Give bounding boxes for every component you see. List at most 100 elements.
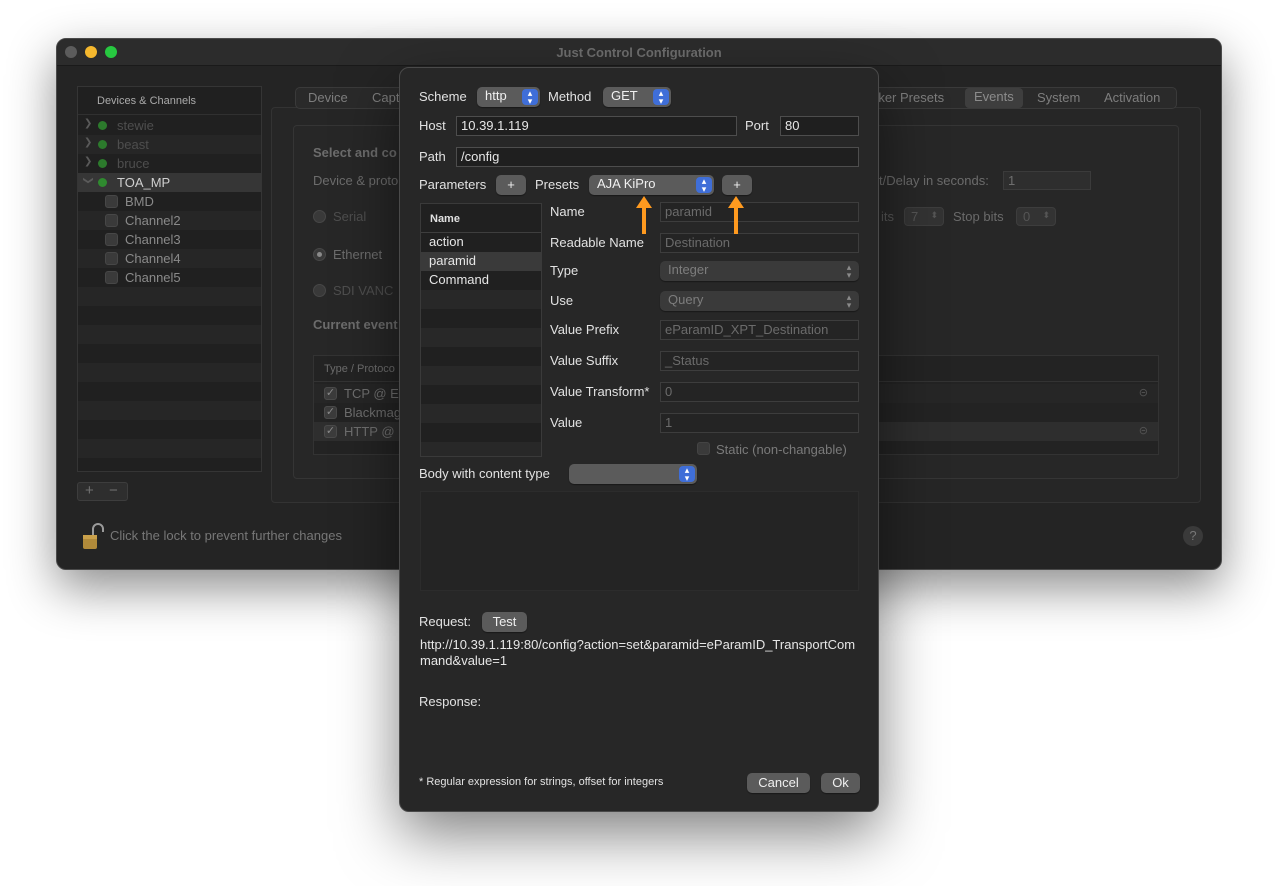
channel-label: Channel3 <box>125 232 181 247</box>
footnote: * Regular expression for strings, offset… <box>419 776 664 788</box>
event-label: HTTP @ I <box>344 424 402 439</box>
channel-checkbox[interactable] <box>105 195 118 208</box>
body-content-type-select[interactable]: ▴ ▾ <box>569 464 697 484</box>
remove-event-icon[interactable]: ⊝ <box>1139 386 1148 399</box>
devices-sidebar: Devices & Channels ❯ stewie ❯ beast ❯ br… <box>77 86 262 472</box>
channel-label: Channel2 <box>125 213 181 228</box>
channel-label: Channel5 <box>125 270 181 285</box>
channel-label: Channel4 <box>125 251 181 266</box>
delay-field[interactable]: 1 <box>1003 171 1091 190</box>
parameter-row[interactable]: Command <box>421 271 541 290</box>
chevron-right-icon[interactable]: ❯ <box>84 156 92 167</box>
empty-row <box>421 442 541 456</box>
value-input[interactable]: 1 <box>660 413 859 433</box>
static-checkbox[interactable] <box>697 442 710 455</box>
channel-checkbox[interactable] <box>105 271 118 284</box>
remove-event-icon[interactable]: ⊝ <box>1139 424 1148 437</box>
method-select[interactable]: GET ▴ ▾ <box>603 87 671 107</box>
help-button[interactable]: ? <box>1183 526 1203 546</box>
event-checkbox[interactable]: ✓ <box>324 387 337 400</box>
tab-events[interactable]: Events <box>965 88 1023 108</box>
event-checkbox[interactable]: ✓ <box>324 425 337 438</box>
readable-name-input[interactable]: Destination <box>660 233 859 253</box>
channel-checkbox[interactable] <box>105 252 118 265</box>
request-url-text: http://10.39.1.119:80/config?action=set&… <box>420 637 856 668</box>
remove-device-button[interactable]: − <box>109 482 118 499</box>
type-value: Integer <box>668 262 709 277</box>
event-checkbox[interactable]: ✓ <box>324 406 337 419</box>
add-parameter-button[interactable]: + <box>496 175 526 195</box>
value-prefix-input[interactable]: eParamID_XPT_Destination <box>660 320 859 340</box>
preset-value: AJA KiPro <box>597 176 656 191</box>
sidebar-channel-row[interactable]: Channel4 <box>78 249 261 268</box>
cancel-button[interactable]: Cancel <box>747 773 810 793</box>
tab-activation[interactable]: Activation <box>1104 90 1160 105</box>
chevron-updown-icon: ▴ ▾ <box>679 466 695 483</box>
sdi-vanc-radio[interactable] <box>313 284 326 297</box>
empty-row <box>78 325 261 344</box>
lock-message: Click the lock to prevent further change… <box>110 528 342 543</box>
add-preset-button[interactable]: + <box>722 175 752 195</box>
body-textarea[interactable] <box>420 491 859 591</box>
value-suffix-label: Value Suffix <box>550 353 619 368</box>
parameters-table-header: Name <box>421 204 541 233</box>
ethernet-radio[interactable] <box>313 248 326 261</box>
response-label: Response: <box>419 694 482 709</box>
path-input[interactable]: /config <box>456 147 859 167</box>
event-label: Blackmag <box>344 405 402 420</box>
select-heading: Select and co <box>313 145 397 160</box>
presets-select[interactable]: AJA KiPro ▴ ▾ <box>589 175 714 195</box>
channel-checkbox[interactable] <box>105 214 118 227</box>
scheme-select[interactable]: http ▴ ▾ <box>477 87 540 107</box>
use-value: Query <box>668 292 704 307</box>
device-label: bruce <box>117 156 150 171</box>
channel-label: BMD <box>125 194 154 209</box>
tab-system[interactable]: System <box>1037 90 1080 105</box>
parameter-row-selected[interactable]: paramid <box>421 252 541 271</box>
chevron-down-icon[interactable]: ❯ <box>83 176 94 184</box>
empty-row <box>421 328 541 347</box>
request-label: Request: <box>419 614 472 629</box>
bits-select[interactable]: 7 ⬍ <box>904 207 944 226</box>
port-input[interactable]: 80 <box>780 116 859 136</box>
channel-checkbox[interactable] <box>105 233 118 246</box>
sidebar-device-row[interactable]: ❯ bruce <box>78 154 261 173</box>
type-protocol-header: Type / Protoco <box>324 363 395 375</box>
empty-row <box>78 287 261 306</box>
type-select[interactable]: Integer ▴ ▾ <box>660 261 859 281</box>
sidebar-channel-row[interactable]: Channel3 <box>78 230 261 249</box>
sidebar-channel-row[interactable]: Channel2 <box>78 211 261 230</box>
unlocked-padlock-icon[interactable] <box>82 523 104 551</box>
stop-bits-value: 0 <box>1023 209 1031 224</box>
chevron-right-icon[interactable]: ❯ <box>84 137 92 148</box>
use-label: Use <box>550 293 574 308</box>
host-input[interactable]: 10.39.1.119 <box>456 116 737 136</box>
value-label: Value <box>550 415 583 430</box>
sidebar-device-row[interactable]: ❯ stewie <box>78 116 261 135</box>
scheme-label: Scheme <box>419 89 467 104</box>
parameter-row[interactable]: action <box>421 233 541 252</box>
window-title: Just Control Configuration <box>556 45 722 60</box>
chevron-right-icon[interactable]: ❯ <box>84 118 92 129</box>
sidebar-device-row[interactable]: ❯ beast <box>78 135 261 154</box>
sidebar-device-row-selected[interactable]: ❯ TOA_MP <box>78 173 261 192</box>
value-suffix-input[interactable]: _Status <box>660 351 859 371</box>
tab-marker-presets[interactable]: rker Presets <box>874 90 944 105</box>
sidebar-channel-row[interactable]: Channel5 <box>78 268 261 287</box>
tab-device[interactable]: Device <box>308 90 348 105</box>
add-device-button[interactable]: + <box>85 482 94 499</box>
value-transform-input[interactable]: 0 <box>660 382 859 402</box>
sidebar-channel-row[interactable]: BMD <box>78 192 261 211</box>
test-button[interactable]: Test <box>482 612 527 632</box>
stop-bits-select[interactable]: 0 ⬍ <box>1016 207 1056 226</box>
chevron-updown-icon: ▴ ▾ <box>653 89 669 106</box>
ok-button[interactable]: Ok <box>821 773 860 793</box>
param-name-input[interactable]: paramid <box>660 202 859 222</box>
stop-bits-label: Stop bits <box>953 209 1004 224</box>
value-transform-label: Value Transform* <box>550 384 650 399</box>
serial-radio[interactable] <box>313 210 326 223</box>
sdi-vanc-label: SDI VANC <box>333 283 394 298</box>
use-select[interactable]: Query ▴ ▾ <box>660 291 859 311</box>
tab-capture[interactable]: Capt <box>372 90 399 105</box>
method-value: GET <box>611 88 638 103</box>
